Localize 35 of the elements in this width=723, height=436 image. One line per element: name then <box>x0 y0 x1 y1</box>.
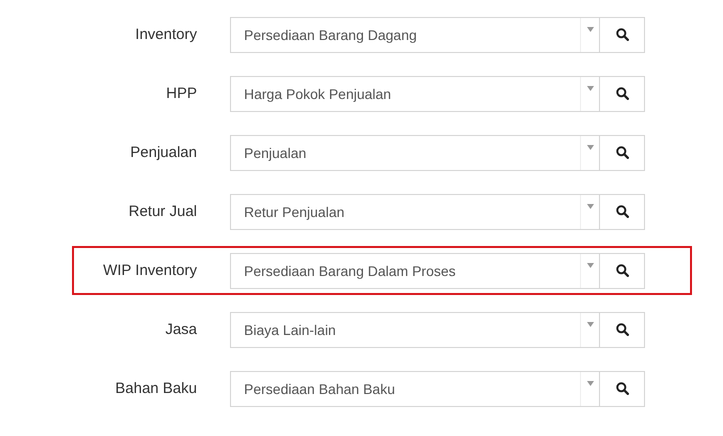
caret-icon <box>586 144 594 150</box>
account-select[interactable]: Biaya Lain-lain <box>230 312 600 348</box>
search-button[interactable] <box>600 16 645 52</box>
search-icon <box>616 87 628 100</box>
caret-icon <box>586 380 594 386</box>
search-button[interactable] <box>600 194 645 230</box>
account-select[interactable]: Penjualan <box>230 134 600 170</box>
account-select[interactable]: Harga Pokok Penjualan <box>230 76 600 112</box>
search-icon <box>616 323 628 336</box>
field-label: HPP <box>165 85 197 102</box>
field-label: Penjualan <box>129 144 197 161</box>
caret-icon <box>586 86 594 90</box>
account-select[interactable]: Persediaan Barang Dagang <box>230 16 600 52</box>
search-icon <box>616 382 628 395</box>
caret-icon <box>586 322 594 326</box>
search-button[interactable] <box>600 370 645 406</box>
caret-icon <box>586 26 594 32</box>
search-icon <box>616 28 628 41</box>
field-label: Bahan Baku <box>114 380 197 397</box>
field-label: Inventory <box>134 26 197 43</box>
search-icon <box>616 146 628 159</box>
search-icon <box>616 264 628 277</box>
field-label: WIP Inventory <box>102 262 197 279</box>
search-button[interactable] <box>600 312 645 348</box>
caret-icon <box>586 262 594 268</box>
field-label: Jasa <box>164 321 197 338</box>
account-select[interactable]: Persediaan Barang Dalam Proses <box>230 252 600 288</box>
caret-icon <box>586 204 594 208</box>
search-button[interactable] <box>600 134 645 170</box>
search-button[interactable] <box>600 252 645 288</box>
search-icon <box>616 205 628 218</box>
account-select[interactable]: Persediaan Bahan Baku <box>230 370 600 406</box>
field-label: Retur Jual <box>128 203 197 220</box>
account-select[interactable]: Retur Penjualan <box>230 194 600 230</box>
search-button[interactable] <box>600 76 645 112</box>
